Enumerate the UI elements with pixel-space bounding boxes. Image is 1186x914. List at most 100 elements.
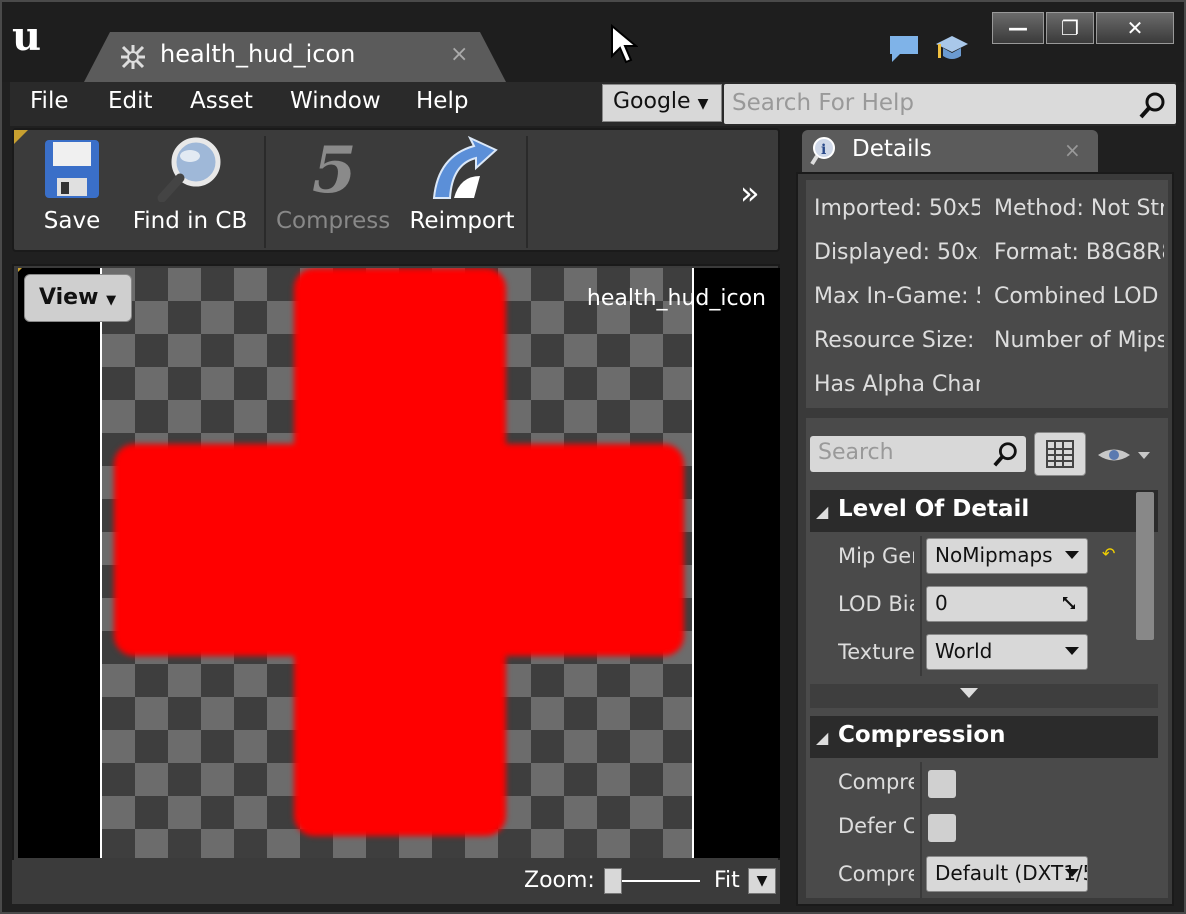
texture-viewport[interactable]: View ▼ health_hud_icon xyxy=(18,268,780,858)
compress-button[interactable]: 5 Compress xyxy=(276,136,390,248)
stat-combined-lod: Combined LOD Bias xyxy=(994,284,1164,309)
asset-toolbar: Save Find in CB 5 Compress Reimport » xyxy=(12,128,780,252)
reset-to-default-icon[interactable]: ↶ xyxy=(1102,544,1115,563)
menu-file[interactable]: File xyxy=(30,88,69,114)
floppy-disk-icon xyxy=(45,140,99,198)
collapse-triangle-icon: ◢ xyxy=(816,502,829,521)
texture-group-dropdown[interactable]: World xyxy=(926,634,1088,670)
property-label: Compression Settings xyxy=(838,862,914,886)
property-label: Compress Without Alpha xyxy=(838,770,914,794)
minimize-button[interactable]: — xyxy=(992,12,1044,44)
search-provider-dropdown[interactable]: Google ▼ xyxy=(602,84,722,122)
texture-stats: Imported: 50x50 Method: Not Streamed Dis… xyxy=(806,180,1168,408)
stat-format: Format: B8G8R8A8 xyxy=(994,240,1164,265)
grid-icon xyxy=(1046,440,1074,468)
property-editor: Search ◢ Level Of Detail Mip Ge NoMipmap… xyxy=(806,418,1168,898)
help-search-placeholder: Search For Help xyxy=(732,90,915,116)
combo-value: NoMipmaps xyxy=(935,543,1053,567)
details-scrollbar[interactable] xyxy=(1136,492,1154,640)
toolbar-separator xyxy=(526,136,528,248)
property-label: LOD Bias xyxy=(838,592,914,616)
restore-button[interactable]: ❐ xyxy=(1046,12,1094,44)
details-info-magnifier-icon: i xyxy=(810,137,835,166)
search-icon xyxy=(993,442,1017,467)
menu-asset[interactable]: Asset xyxy=(190,88,253,114)
zoom-label: Zoom: xyxy=(524,868,595,893)
save-button[interactable]: Save xyxy=(32,136,112,248)
menu-bar: File Edit Asset Window Help Google ▼ Sea… xyxy=(10,82,1176,126)
property-column-divider[interactable] xyxy=(920,536,922,676)
red-cross-horizontal xyxy=(114,444,684,656)
compress-without-alpha-checkbox[interactable] xyxy=(928,770,956,798)
stat-imported: Imported: 50x50 xyxy=(814,196,980,221)
toolbar-separator xyxy=(264,136,266,248)
details-search-placeholder: Search xyxy=(818,440,894,465)
stat-max-in-game: Max In-Game: 50x50 xyxy=(814,284,980,309)
texture-asset-icon xyxy=(121,45,145,69)
viewport-corner-marker xyxy=(18,268,26,278)
viewport-texture-name: health_hud_icon xyxy=(586,286,766,311)
chevron-down-icon: ▼ xyxy=(697,96,709,112)
compression-settings-dropdown[interactable]: Default (DXT1/5, BC1/3 on DX11) xyxy=(926,856,1088,892)
feedback-chat-icon[interactable] xyxy=(886,32,922,64)
category-compression[interactable]: ◢ Compression xyxy=(810,716,1158,758)
property-matrix-button[interactable] xyxy=(1034,432,1086,476)
document-tab-label: health_hud_icon xyxy=(160,40,356,68)
visibility-eye-icon[interactable] xyxy=(1096,444,1156,466)
reimport-label: Reimport xyxy=(409,208,515,234)
save-label: Save xyxy=(43,208,101,234)
view-button-label: View xyxy=(39,285,99,310)
view-options-button[interactable]: View ▼ xyxy=(24,274,132,322)
compress-icon: 5 xyxy=(312,136,357,202)
stat-resource-size: Resource Size: xyxy=(814,328,975,353)
find-in-cb-label: Find in CB xyxy=(132,208,248,234)
unreal-logo-icon: u xyxy=(12,13,42,60)
details-tab[interactable]: i Details × xyxy=(802,130,1098,172)
details-tab-label: Details xyxy=(852,136,932,162)
search-icon[interactable] xyxy=(1138,90,1168,120)
menu-edit[interactable]: Edit xyxy=(108,88,153,114)
advanced-expander[interactable] xyxy=(810,684,1158,708)
zoom-bar: Zoom: Fit ▼ xyxy=(12,860,780,904)
help-search-input[interactable]: Search For Help xyxy=(724,84,1176,124)
chevron-down-icon: ▼ xyxy=(106,293,117,308)
search-provider-label: Google xyxy=(613,89,691,114)
toolbar-overflow-chevron-icon[interactable]: » xyxy=(740,174,760,212)
combo-value: World xyxy=(935,639,993,663)
zoom-dropdown-button[interactable]: ▼ xyxy=(748,868,776,894)
stat-has-alpha: Has Alpha Channel xyxy=(814,372,980,397)
tutorials-graduation-cap-icon[interactable] xyxy=(934,32,970,64)
category-title: Level Of Detail xyxy=(838,496,1030,522)
details-tab-close-icon[interactable]: × xyxy=(1064,138,1081,162)
document-tab[interactable]: health_hud_icon × xyxy=(84,32,506,82)
tab-close-icon[interactable]: × xyxy=(450,42,468,67)
menu-window[interactable]: Window xyxy=(290,88,381,114)
close-window-button[interactable]: ✕ xyxy=(1096,12,1174,44)
collapse-triangle-icon: ◢ xyxy=(816,728,829,747)
details-panel: Imported: 50x50 Method: Not Streamed Dis… xyxy=(796,172,1174,906)
spin-value: 0 xyxy=(935,591,948,615)
svg-text:i: i xyxy=(821,142,826,158)
defer-compression-checkbox[interactable] xyxy=(928,814,956,842)
stat-method: Method: Not Streamed xyxy=(994,196,1164,221)
details-search-input[interactable]: Search xyxy=(810,436,1026,472)
title-bar[interactable]: u health_hud_icon × — ❐ ✕ xyxy=(2,2,1184,82)
zoom-slider-track[interactable] xyxy=(612,880,700,882)
lod-bias-spinbox[interactable]: 0 xyxy=(926,586,1088,622)
find-in-content-browser-button[interactable]: Find in CB xyxy=(130,136,250,248)
stat-displayed: Displayed: 50x50 xyxy=(814,240,980,265)
property-label: Texture Group xyxy=(838,640,914,664)
category-title: Compression xyxy=(838,722,1006,748)
stat-number-of-mips: Number of Mips xyxy=(994,328,1164,353)
property-column-divider[interactable] xyxy=(920,762,922,898)
drag-spin-icon xyxy=(1063,597,1075,609)
mip-gen-settings-dropdown[interactable]: NoMipmaps xyxy=(926,538,1088,574)
category-level-of-detail[interactable]: ◢ Level Of Detail xyxy=(810,490,1158,532)
property-label: Mip Gen Settings xyxy=(838,544,914,568)
chevron-down-icon xyxy=(1065,869,1079,877)
menu-help[interactable]: Help xyxy=(416,88,468,114)
texture-preview xyxy=(100,268,694,858)
property-label: Defer Compression xyxy=(838,814,914,838)
zoom-slider-handle[interactable] xyxy=(604,868,622,894)
reimport-button[interactable]: Reimport xyxy=(408,136,516,248)
